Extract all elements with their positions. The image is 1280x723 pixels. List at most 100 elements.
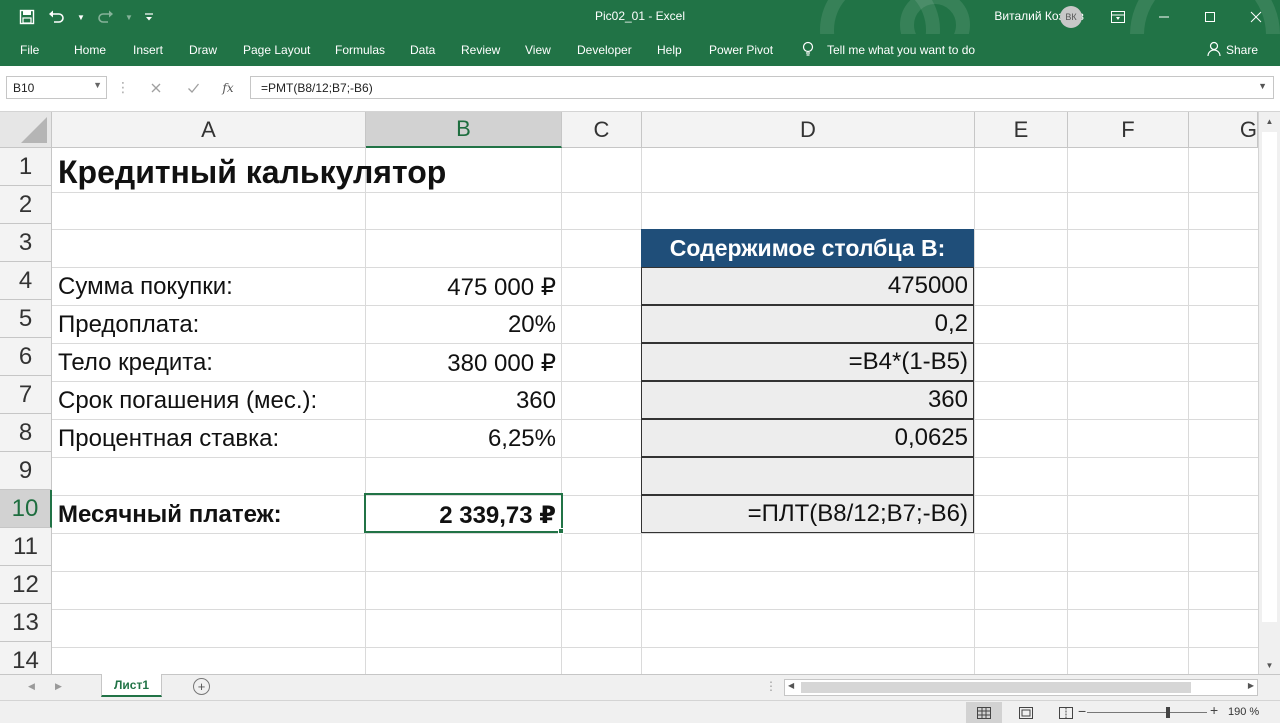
cell-d6[interactable]: =B4*(1-B5) [641, 343, 974, 381]
cell-d3-header[interactable]: Содержимое столбца B: [641, 229, 974, 267]
tab-page-layout[interactable]: Page Layout [243, 43, 310, 57]
cell-a6[interactable]: Тело кредита: [52, 344, 366, 382]
tab-help[interactable]: Help [657, 43, 682, 57]
sheet-tab-active[interactable]: Лист1 [101, 674, 162, 697]
name-box-dropdown-icon[interactable]: ▼ [93, 80, 102, 90]
row-header[interactable]: 1 [0, 148, 52, 186]
cancel-icon[interactable] [144, 76, 168, 99]
minimize-icon[interactable] [1141, 0, 1187, 34]
lightbulb-icon[interactable] [801, 41, 815, 60]
cell-b7[interactable]: 360 [366, 382, 562, 420]
tab-power-pivot[interactable]: Power Pivot [709, 43, 773, 57]
cell-d8[interactable]: 0,0625 [641, 419, 974, 457]
row-header[interactable]: 12 [0, 566, 52, 604]
row-header[interactable]: 5 [0, 300, 52, 338]
page-layout-view-icon[interactable] [1008, 702, 1044, 723]
cell-d4[interactable]: 475000 [641, 267, 974, 305]
name-box[interactable]: B10 ▼ [6, 76, 107, 99]
row-header[interactable]: 2 [0, 186, 52, 224]
normal-view-icon[interactable] [966, 702, 1002, 723]
tab-draw[interactable]: Draw [189, 43, 217, 57]
spreadsheet-grid[interactable]: A B C D E F G 1 2 3 4 5 6 7 8 9 10 11 12… [0, 112, 1280, 674]
gridline [52, 647, 1258, 648]
cell-a7[interactable]: Срок погашения (мес.): [52, 382, 366, 420]
gridline [52, 571, 1258, 572]
cell-a5[interactable]: Предоплата: [52, 306, 366, 344]
cell-a8[interactable]: Процентная ставка: [52, 420, 366, 458]
row-header[interactable]: 13 [0, 604, 52, 642]
share-person-icon[interactable] [1207, 41, 1221, 60]
tab-home[interactable]: Home [74, 43, 106, 57]
ribbon-tabs: File Home Insert Draw Page Layout Formul… [0, 34, 1280, 66]
horizontal-scrollbar[interactable]: ◀ ▶ [784, 679, 1258, 696]
maximize-icon[interactable] [1187, 0, 1233, 34]
cell-a10[interactable]: Месячный платеж: [52, 496, 366, 534]
horizontal-scroll-thumb[interactable] [801, 682, 1191, 693]
row-header[interactable]: 8 [0, 414, 52, 452]
cell-b4[interactable]: 475 000 ₽ [366, 268, 562, 306]
cell-a4[interactable]: Сумма покупки: [52, 268, 366, 306]
zoom-slider-thumb[interactable] [1166, 707, 1170, 718]
cell-b5[interactable]: 20% [366, 306, 562, 344]
cell-a1-title[interactable]: Кредитный калькулятор [52, 152, 552, 192]
column-header-d[interactable]: D [642, 112, 975, 148]
select-all-corner[interactable] [0, 112, 52, 148]
formula-bar: B10 ▼ ⋮ fx =PMT(B8/12;B7;-B6) ▼ [0, 66, 1280, 112]
zoom-slider-track[interactable] [1087, 712, 1207, 713]
cell-d9[interactable] [641, 457, 974, 495]
cell-d5[interactable]: 0,2 [641, 305, 974, 343]
prev-sheet-icon[interactable]: ◀ [28, 681, 35, 692]
share-button[interactable]: Share [1226, 43, 1258, 57]
tab-splitter-icon[interactable]: ⋮ [765, 679, 777, 693]
zoom-in-icon[interactable]: + [1210, 702, 1218, 718]
column-header-e[interactable]: E [975, 112, 1068, 148]
next-sheet-icon[interactable]: ▶ [55, 681, 62, 692]
avatar[interactable]: ВК [1060, 6, 1082, 28]
scroll-left-icon[interactable]: ◀ [788, 681, 794, 690]
vertical-scrollbar[interactable]: ▲ ▼ [1258, 112, 1280, 674]
row-header[interactable]: 4 [0, 262, 52, 300]
row-header[interactable]: 3 [0, 224, 52, 262]
formula-bar-grip-icon[interactable]: ⋮ [116, 76, 130, 99]
scroll-up-icon[interactable]: ▲ [1259, 112, 1280, 130]
sheet-tabs-bar: ◀ ▶ Лист1 + ⋮ ◀ ▶ [0, 674, 1280, 700]
row-header[interactable]: 11 [0, 528, 52, 566]
row-header-selected[interactable]: 10 [0, 490, 52, 528]
zoom-level[interactable]: 190 % [1228, 706, 1259, 718]
fill-handle[interactable] [558, 528, 564, 534]
cell-d7[interactable]: 360 [641, 381, 974, 419]
tell-me-search[interactable]: Tell me what you want to do [827, 43, 975, 57]
column-header-f[interactable]: F [1068, 112, 1189, 148]
tab-insert[interactable]: Insert [133, 43, 163, 57]
scroll-right-icon[interactable]: ▶ [1248, 681, 1254, 690]
cell-d10[interactable]: =ПЛТ(B8/12;B7;-B6) [641, 495, 974, 533]
formula-input[interactable]: =PMT(B8/12;B7;-B6) ▼ [250, 76, 1274, 99]
row-header[interactable]: 14 [0, 642, 52, 674]
column-header-a[interactable]: A [52, 112, 366, 148]
tab-developer[interactable]: Developer [577, 43, 632, 57]
tab-data[interactable]: Data [410, 43, 435, 57]
add-sheet-icon[interactable]: + [193, 678, 210, 695]
scroll-track[interactable] [1262, 132, 1277, 622]
scroll-down-icon[interactable]: ▼ [1259, 656, 1280, 674]
tab-review[interactable]: Review [461, 43, 500, 57]
close-icon[interactable] [1233, 0, 1279, 34]
column-header-c[interactable]: C [562, 112, 642, 148]
column-header-g[interactable]: G [1189, 112, 1258, 148]
cell-b6[interactable]: 380 000 ₽ [366, 344, 562, 382]
column-header-b[interactable]: B [366, 112, 562, 148]
ribbon-display-options-icon[interactable] [1095, 0, 1141, 34]
tab-file[interactable]: File [20, 43, 39, 57]
row-header[interactable]: 9 [0, 452, 52, 490]
gridline [1067, 148, 1068, 674]
gridline [1188, 148, 1189, 674]
row-header[interactable]: 6 [0, 338, 52, 376]
insert-function-icon[interactable]: fx [216, 76, 240, 99]
zoom-out-icon[interactable]: − [1078, 703, 1086, 719]
tab-formulas[interactable]: Formulas [335, 43, 385, 57]
row-header[interactable]: 7 [0, 376, 52, 414]
cell-b8[interactable]: 6,25% [366, 420, 562, 458]
expand-formula-bar-icon[interactable]: ▼ [1258, 81, 1267, 91]
tab-view[interactable]: View [525, 43, 551, 57]
enter-check-icon[interactable] [181, 76, 205, 99]
